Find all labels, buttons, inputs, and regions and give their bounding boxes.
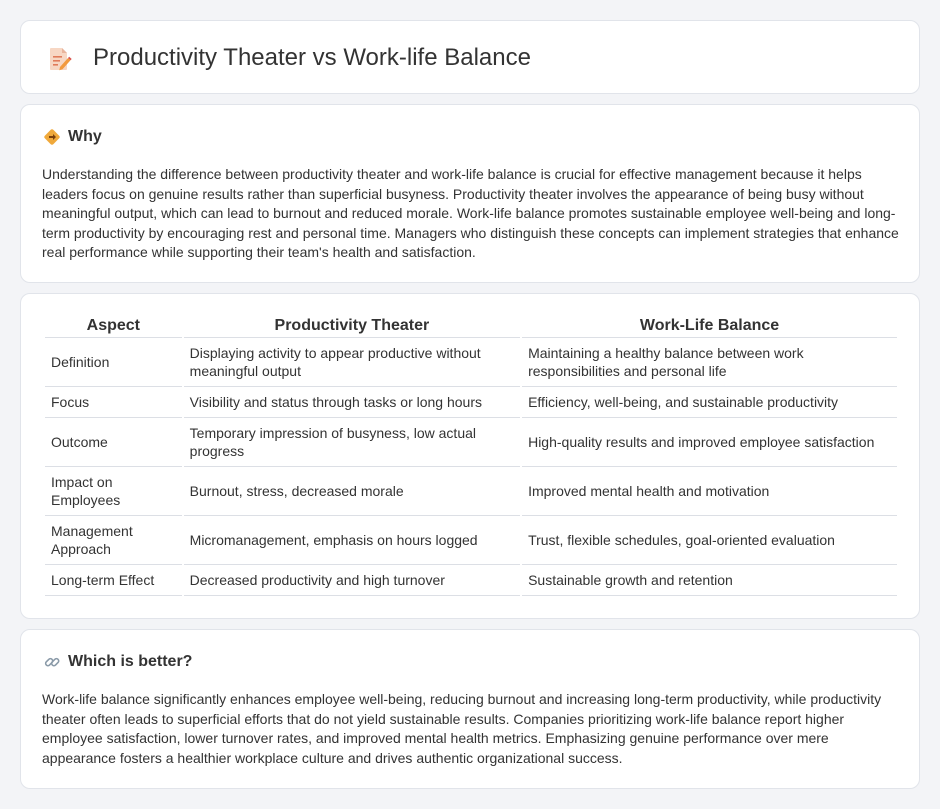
table-cell: Burnout, stress, decreased morale [183,467,521,516]
why-heading: Why [43,128,102,146]
table-cell: Maintaining a healthy balance between wo… [522,338,897,387]
table-row: Management Approach Micromanagement, emp… [45,516,897,565]
table-cell: Long-term Effect [45,565,182,596]
table-cell: Temporary impression of busyness, low ac… [183,418,521,467]
table-cell: Impact on Employees [45,467,182,516]
header-work-life-balance: Work-Life Balance [522,316,897,338]
header-productivity-theater: Productivity Theater [183,316,521,338]
better-title: Which is better? [68,653,193,670]
table-row: Long-term Effect Decreased productivity … [45,565,897,596]
link-icon [43,653,61,671]
why-text: Understanding the difference between pro… [42,166,899,260]
table-cell: Focus [45,387,182,418]
table-cell: Micromanagement, emphasis on hours logge… [183,516,521,565]
table-cell: Decreased productivity and high turnover [183,565,521,596]
table-cell: Management Approach [45,516,182,565]
table-row: Outcome Temporary impression of busyness… [45,418,897,467]
table-row: Definition Displaying activity to appear… [45,338,897,387]
table-cell: Displaying activity to appear productive… [183,338,521,387]
better-heading: Which is better? [43,653,192,671]
table-cell: Efficiency, well-being, and sustainable … [522,387,897,418]
comparison-table-card: Aspect Productivity Theater Work-Life Ba… [20,293,920,619]
table-cell: Sustainable growth and retention [522,565,897,596]
which-is-better-section: Which is better? Work-life balance signi… [20,629,920,789]
table-header-row: Aspect Productivity Theater Work-Life Ba… [45,316,897,338]
table-row: Focus Visibility and status through task… [45,387,897,418]
table-cell: Improved mental health and motivation [522,467,897,516]
document-pencil-icon [48,46,72,77]
table-cell: Visibility and status through tasks or l… [183,387,521,418]
diamond-directions-icon [43,128,61,146]
page-title: Productivity Theater vs Work-life Balanc… [93,44,531,71]
why-section: Why Understanding the difference between… [20,104,920,283]
header-aspect: Aspect [45,316,182,338]
table-cell: High-quality results and improved employ… [522,418,897,467]
table-cell: Trust, flexible schedules, goal-oriented… [522,516,897,565]
table-cell: Definition [45,338,182,387]
table-row: Impact on Employees Burnout, stress, dec… [45,467,897,516]
why-title: Why [68,128,102,145]
table-cell: Outcome [45,418,182,467]
comparison-table: Aspect Productivity Theater Work-Life Ba… [43,316,899,596]
header-card: Productivity Theater vs Work-life Balanc… [20,20,920,94]
better-text: Work-life balance significantly enhances… [42,691,882,766]
